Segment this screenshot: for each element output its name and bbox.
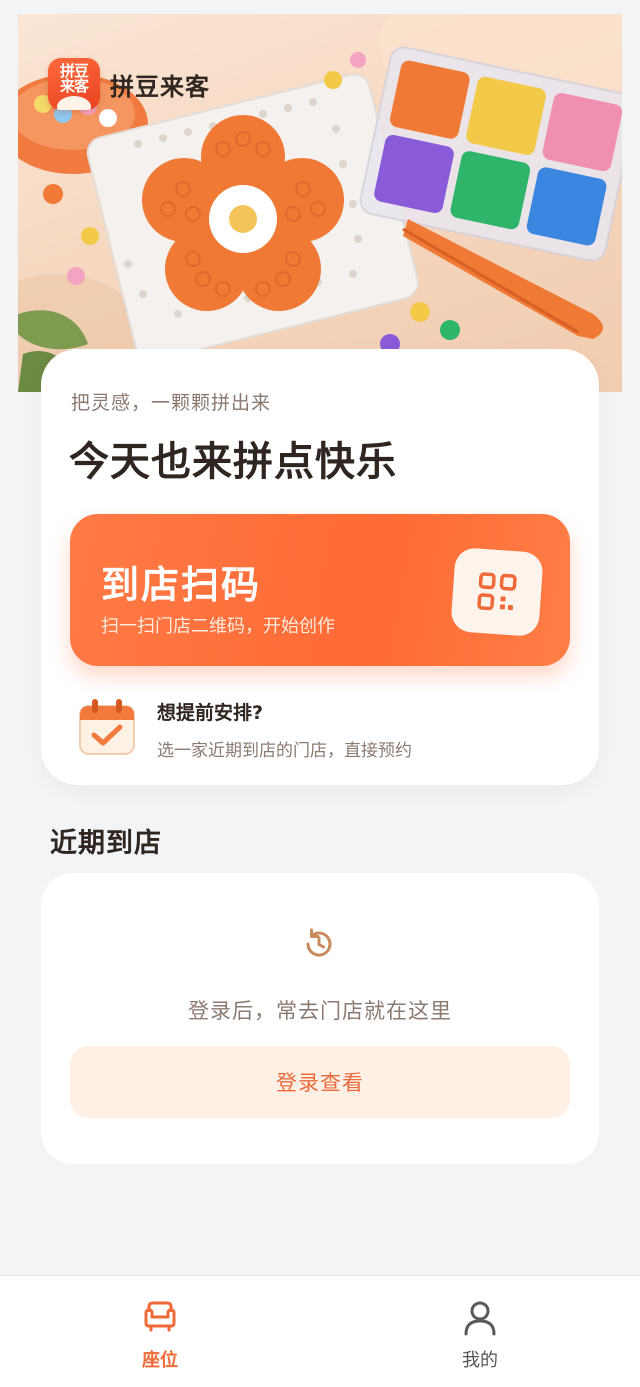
scan-button-title: 到店扫码	[101, 563, 262, 607]
recent-empty-text: 登录后，常去门店就在这里	[188, 999, 452, 1023]
welcome-card: 把灵感，一颗颗拼出来 今天也来拼点快乐 到店扫码 扫一扫门店二维码，开始创作 想…	[41, 349, 599, 785]
login-to-view-button[interactable]: 登录查看	[70, 1046, 570, 1118]
scan-in-store-button[interactable]: 到店扫码 扫一扫门店二维码，开始创作	[70, 514, 570, 666]
recent-section-title: 近期到店	[50, 828, 162, 859]
brand: 拼豆 来客 拼豆来客	[48, 58, 210, 110]
history-icon	[306, 928, 332, 957]
calendar-check-icon	[79, 699, 135, 755]
reserve-ahead-link[interactable]: 想提前安排? 选一家近期到店的门店，直接预约	[77, 693, 567, 763]
tab-mine-label: 我的	[462, 1350, 498, 1371]
sofa-icon	[144, 1301, 176, 1332]
reserve-title: 想提前安排?	[157, 702, 264, 724]
scan-button-subtitle: 扫一扫门店二维码，开始创作	[101, 616, 335, 637]
reserve-description: 选一家近期到店的门店，直接预约	[157, 741, 412, 761]
tab-seats-label: 座位	[142, 1350, 178, 1371]
tagline: 把灵感，一颗颗拼出来	[71, 392, 272, 414]
user-icon	[464, 1301, 496, 1336]
brand-logo-line2: 来客	[59, 77, 89, 95]
headline: 今天也来拼点快乐	[69, 439, 397, 485]
hero-banner: 拼豆 来客 拼豆来客	[18, 14, 622, 392]
tab-seats[interactable]: 座位	[0, 1276, 320, 1387]
tab-mine[interactable]: 我的	[320, 1276, 640, 1387]
bottom-tab-bar: 座位 我的	[0, 1275, 640, 1387]
brand-logo-icon: 拼豆 来客	[48, 58, 100, 110]
qr-code-icon	[450, 547, 544, 637]
recent-stores-card: 登录后，常去门店就在这里 登录查看	[41, 873, 599, 1164]
brand-name: 拼豆来客	[110, 72, 210, 101]
